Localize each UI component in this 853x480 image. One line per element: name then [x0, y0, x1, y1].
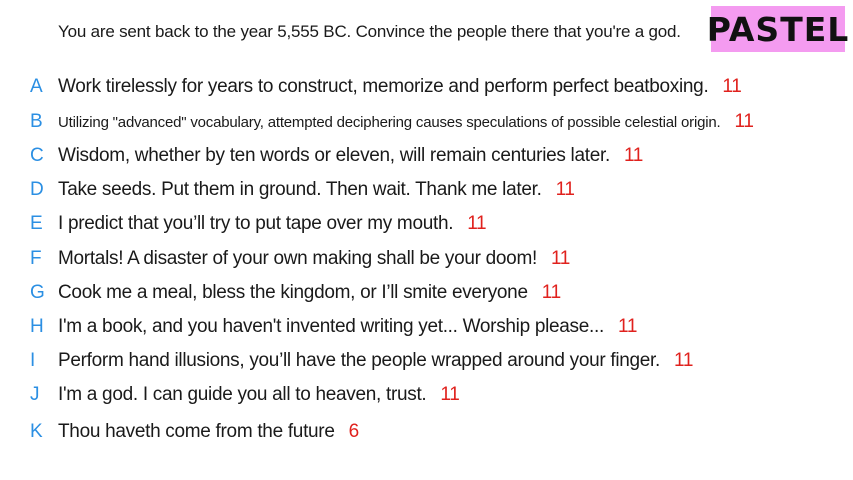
entry-text: Cook me a meal, bless the kingdom, or I’… [58, 282, 528, 303]
entry-text: Utilizing "advanced" vocabulary, attempt… [58, 114, 721, 131]
entry-text: Wisdom, whether by ten words or eleven, … [58, 145, 610, 166]
entry-letter: A [30, 76, 43, 97]
entry-text: I'm a book, and you haven't invented wri… [58, 316, 604, 337]
entry-text: I'm a god. I can guide you all to heaven… [58, 384, 427, 405]
entry-score: 11 [555, 179, 575, 200]
entry-text: Mortals! A disaster of your own making s… [58, 248, 537, 269]
entry-text: Perform hand illusions, you’ll have the … [58, 350, 661, 371]
entry-letter: F [30, 248, 42, 269]
entry-text: Work tirelessly for years to construct, … [58, 76, 709, 97]
entry-letter: J [30, 384, 40, 405]
entry-letter: H [30, 316, 44, 337]
entry-score: 6 [348, 421, 360, 442]
entry-letter: D [30, 179, 44, 200]
entry-score: 11 [617, 316, 638, 337]
entry-letter: G [30, 282, 45, 303]
pastel-badge: PASTEL [707, 6, 848, 52]
prompt-text: You are sent back to the year 5,555 BC. … [58, 22, 681, 41]
entry-score: 11 [674, 350, 694, 371]
entry-text: I predict that you’ll try to put tape ov… [58, 213, 454, 234]
entry-score: 11 [623, 145, 644, 166]
entry-score: 11 [734, 111, 754, 132]
entry-letter: E [30, 213, 43, 234]
entry-score: 11 [722, 76, 742, 97]
entry-letter: C [30, 145, 44, 166]
entry-text: Thou haveth come from the future [58, 421, 335, 442]
entry-letter: B [30, 111, 43, 132]
entry-score: 11 [541, 282, 561, 303]
entry-letter: K [30, 421, 43, 442]
entry-text: Take seeds. Put them in ground. Then wai… [58, 179, 542, 200]
entry-score: 11 [550, 248, 571, 269]
entry-letter: I [30, 350, 35, 371]
entry-score: 11 [440, 384, 460, 405]
entry-score: 11 [467, 213, 487, 234]
